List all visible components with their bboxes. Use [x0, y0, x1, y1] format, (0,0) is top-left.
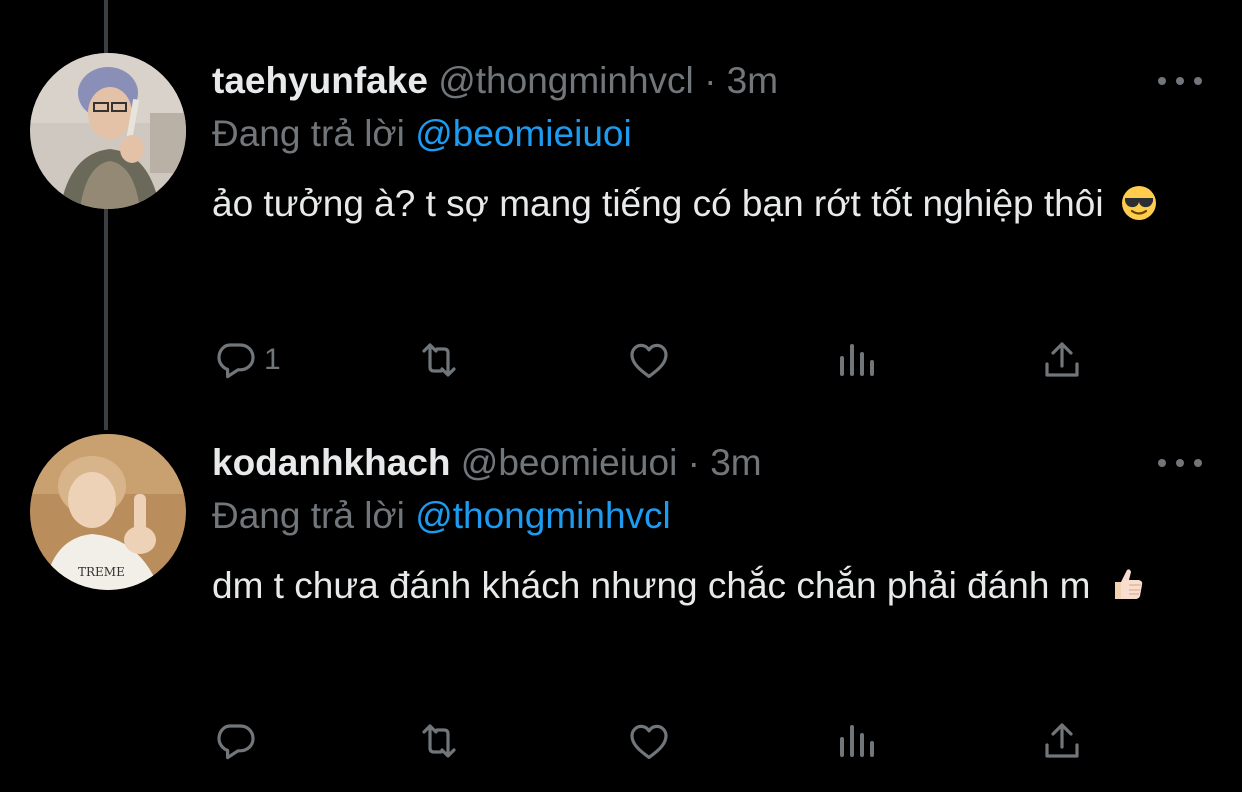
views-icon [840, 725, 874, 757]
share-icon [1045, 723, 1079, 758]
reply-prefix: Đang trả lời [212, 113, 405, 154]
sunglasses-emoji-icon [1120, 178, 1158, 242]
like-button[interactable] [625, 716, 673, 766]
tweet-actions: 1 [212, 335, 1112, 385]
svg-text:TREME: TREME [78, 565, 125, 579]
reply-mention-link[interactable]: @thongminhvcl [415, 495, 671, 536]
separator-dot: · [687, 442, 700, 483]
share-button[interactable] [1038, 335, 1086, 385]
views-button[interactable] [832, 716, 880, 766]
retweet-button[interactable] [415, 335, 463, 385]
tweet[interactable]: TREME kodanhkhach @beomieiuoi · 3m Đang … [0, 420, 1242, 792]
reply-context: Đang trả lời @thongminhvcl [212, 492, 671, 540]
retweet-icon [422, 724, 456, 758]
tweet-header: kodanhkhach @beomieiuoi · 3m [212, 438, 762, 488]
timestamp[interactable]: 3m [710, 442, 761, 483]
handle[interactable]: @thongminhvcl [438, 60, 694, 101]
reply-icon [217, 343, 255, 379]
reply-icon [217, 724, 255, 760]
retweet-button[interactable] [415, 716, 463, 766]
tweet-text: ảo tưởng à? t sợ mang tiếng có bạn rớt t… [212, 172, 1212, 242]
reply-button[interactable] [212, 716, 264, 766]
like-icon [630, 343, 668, 378]
views-button[interactable] [832, 335, 880, 385]
reply-count: 1 [264, 343, 281, 376]
reply-prefix: Đang trả lời [212, 495, 405, 536]
separator-dot: · [704, 60, 717, 101]
display-name[interactable]: taehyunfake [212, 60, 428, 101]
share-icon [1045, 342, 1079, 377]
share-button[interactable] [1038, 716, 1086, 766]
tweet[interactable]: taehyunfake @thongminhvcl · 3m Đang trả … [0, 0, 1242, 420]
timestamp[interactable]: 3m [727, 60, 778, 101]
like-icon [630, 724, 668, 759]
avatar-image [30, 53, 186, 209]
display-name[interactable]: kodanhkhach [212, 442, 451, 483]
avatar[interactable]: TREME [30, 434, 186, 590]
tweet-text-content: ảo tưởng à? t sợ mang tiếng có bạn rớt t… [212, 183, 1104, 224]
more-icon[interactable] [1158, 66, 1202, 96]
handle[interactable]: @beomieiuoi [461, 442, 678, 483]
tweet-text: dm t chưa đánh khách nhưng chắc chắn phả… [212, 554, 1212, 624]
views-icon [840, 344, 874, 376]
tweet-actions [212, 716, 1112, 766]
reply-context: Đang trả lời @beomieiuoi [212, 110, 632, 158]
retweet-icon [422, 343, 456, 377]
reply-button[interactable]: 1 [212, 335, 281, 385]
tweet-text-content: dm t chưa đánh khách nhưng chắc chắn phả… [212, 565, 1091, 606]
like-button[interactable] [625, 335, 673, 385]
more-icon[interactable] [1158, 448, 1202, 478]
avatar[interactable] [30, 53, 186, 209]
tweet-header: taehyunfake @thongminhvcl · 3m [212, 56, 778, 106]
reply-mention-link[interactable]: @beomieiuoi [415, 113, 632, 154]
thumbs-up-emoji-icon [1107, 560, 1147, 624]
avatar-image: TREME [30, 434, 186, 590]
